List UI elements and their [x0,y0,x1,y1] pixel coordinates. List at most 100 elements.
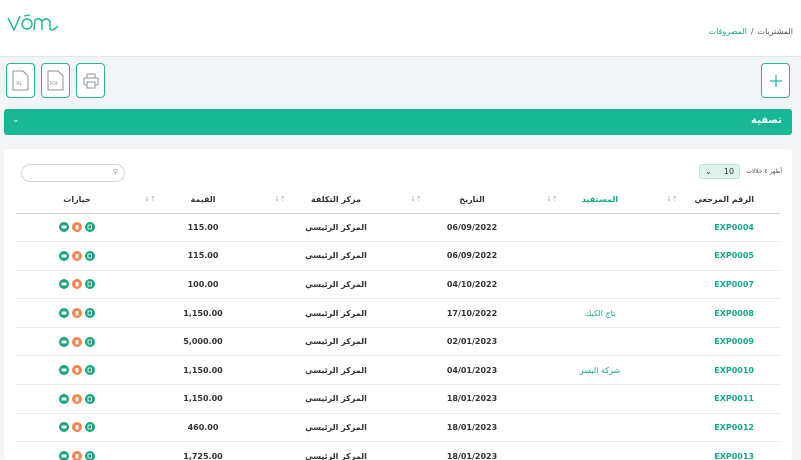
cost-center-cell: المركز الرئيسي [268,327,404,357]
delete-row-button[interactable] [72,451,82,460]
print-row-button[interactable] [59,393,69,404]
print-button[interactable] [76,63,105,98]
copy-row-button[interactable] [85,279,95,290]
options-cell [16,241,138,271]
beneficiary-cell [540,213,660,243]
ref-link[interactable]: EXP0004 [714,223,754,232]
amount-cell: 115.00 [138,213,268,243]
chevron-down-icon: ⌄ [705,167,712,176]
amount-cell: 1,725.00 [138,441,268,460]
options-cell [16,413,138,443]
options-cell [16,298,138,328]
column-header-amount[interactable]: القيمة ↑↓ [138,187,268,214]
page-size-value: 10 [723,167,735,176]
printer-icon [61,311,67,315]
excel-file-icon: XL [12,70,29,91]
breadcrumb-current[interactable]: المصروفات [709,27,747,36]
table-row: EXP0005 06/09/2022 المركز الرئيسي 115.00 [16,241,780,271]
date-cell: 18/01/2023 [404,441,540,460]
export-excel-button[interactable]: XL [6,63,35,98]
ref-cell: EXP0005 [660,241,780,271]
ref-link[interactable]: EXP0005 [714,251,754,260]
filter-panel-toggle[interactable]: تصفية ⌄ [4,109,792,135]
options-cell [16,441,138,460]
date-cell: 06/09/2022 [404,241,540,271]
top-bar: المشتريات / المصروفات [0,0,801,57]
copy-icon [87,453,92,459]
print-row-button[interactable] [59,279,69,290]
delete-row-button[interactable] [72,250,82,261]
copy-row-button[interactable] [85,451,95,460]
copy-row-button[interactable] [85,336,95,347]
trash-icon [75,339,79,345]
ref-link[interactable]: EXP0009 [714,337,754,346]
amount-cell: 100.00 [138,270,268,300]
copy-row-button[interactable] [85,365,95,376]
ref-link[interactable]: EXP0011 [714,394,754,403]
delete-row-button[interactable] [72,308,82,319]
copy-row-button[interactable] [85,250,95,261]
beneficiary-cell [540,413,660,443]
column-header-beneficiary[interactable]: المستفيد ↑↓ [540,187,660,214]
beneficiary-cell [540,241,660,271]
column-header-ref[interactable]: الرقم المرجعي ↑↓ [660,187,780,214]
page-size-select[interactable]: ⌄ 10 [699,164,741,179]
date-cell: 18/01/2023 [404,413,540,443]
brand-logo[interactable] [6,10,60,38]
print-row-button[interactable] [59,451,69,460]
trash-icon [75,396,79,402]
trash-icon [75,311,79,316]
print-row-button[interactable] [59,250,69,261]
ref-link[interactable]: EXP0008 [714,309,754,318]
ref-link[interactable]: EXP0010 [714,366,754,375]
delete-row-button[interactable] [72,422,82,433]
table-row: EXP0004 06/09/2022 المركز الرئيسي 115.00 [16,213,780,243]
beneficiary-cell: شركة اليسر [540,355,660,386]
amount-cell: 1,150.00 [138,355,268,386]
date-cell: 17/10/2022 [404,298,540,328]
copy-row-button[interactable] [85,222,95,233]
copy-icon [87,282,92,287]
print-row-button[interactable] [59,422,69,433]
options-cell [16,355,138,386]
delete-row-button[interactable] [72,222,82,233]
amount-cell: 1,150.00 [138,384,268,414]
page-size-control: أظهر ٤ خلالات ⌄ 10 [699,164,782,179]
printer-icon [61,225,67,229]
print-row-button[interactable] [59,365,69,376]
sort-icon: ↑↓ [274,195,286,203]
copy-row-button[interactable] [85,308,95,319]
print-row-button[interactable] [59,222,69,233]
expenses-table: الرقم المرجعي ↑↓ المستفيد ↑↓ التاريخ ↑↓ مرك… [16,187,780,460]
table-row: EXP0009 02/01/2023 المركز الرئيسي 5,000.00 [16,327,780,357]
search-input[interactable]: ⚲ [21,164,125,182]
ref-cell: EXP0009 [660,327,780,357]
cost-center-cell: المركز الرئيسي [268,413,404,443]
ref-link[interactable]: EXP0013 [714,452,754,460]
add-expense-button[interactable] [761,63,790,98]
printer-icon [61,368,67,372]
column-header-date[interactable]: التاريخ ↑↓ [404,187,540,214]
expenses-table-card: ⚲ أظهر ٤ خلالات ⌄ 10 الرقم المرجعي ↑↓ الم… [4,149,792,460]
cost-center-cell: المركز الرئيسي [268,384,404,414]
ref-link[interactable]: EXP0007 [714,280,754,289]
breadcrumb-section[interactable]: المشتريات [758,27,793,36]
copy-row-button[interactable] [85,422,95,433]
copy-row-button[interactable] [85,393,95,404]
plus-icon [769,74,782,87]
copy-icon [87,253,92,259]
print-row-button[interactable] [59,336,69,347]
trash-icon [75,368,79,373]
column-header-cost-center[interactable]: مركز التكلفة ↑↓ [268,187,404,214]
delete-row-button[interactable] [72,393,82,404]
options-cell [16,213,138,243]
sort-icon: ↑↓ [546,195,558,203]
delete-row-button[interactable] [72,365,82,376]
delete-row-button[interactable] [72,279,82,290]
export-pdf-button[interactable]: PDF [41,63,70,98]
delete-row-button[interactable] [72,336,82,347]
breadcrumb-separator: / [750,27,754,36]
ref-link[interactable]: EXP0012 [714,423,754,432]
date-cell: 04/01/2023 [404,355,540,386]
print-row-button[interactable] [59,308,69,319]
